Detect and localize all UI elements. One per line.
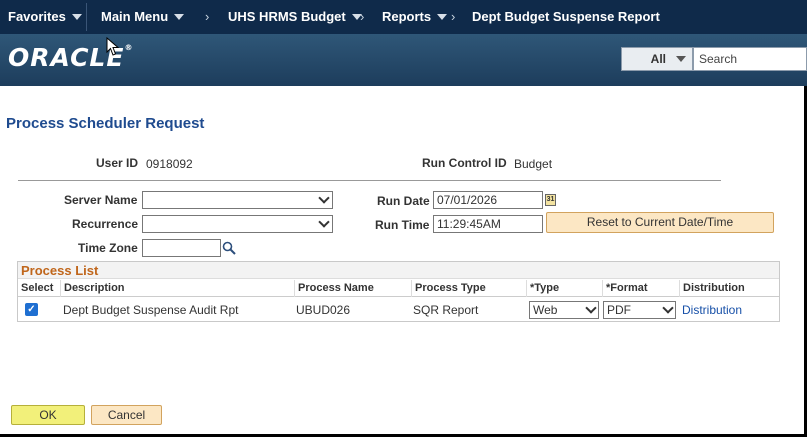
cancel-button[interactable]: Cancel (91, 405, 162, 425)
main-menu-label: Main Menu (101, 9, 169, 24)
mouse-cursor-icon (106, 37, 120, 56)
main-content: Process Scheduler Request User ID 091809… (0, 86, 804, 434)
user-id-label: User ID (96, 156, 139, 170)
server-name-select[interactable] (142, 191, 333, 209)
process-list-title: Process List (21, 263, 99, 278)
breadcrumb-chevron-icon: › (451, 9, 456, 24)
favorites-caret-icon (71, 13, 82, 20)
top-nav-bar: Favorites Main Menu › UHS HRMS Budget › … (0, 0, 807, 34)
distribution-link[interactable]: Distribution (682, 303, 742, 317)
run-control-label: Run Control ID (422, 156, 507, 170)
page-title: Process Scheduler Request (6, 115, 205, 132)
run-time-input[interactable]: 11:29:45AM (433, 215, 543, 233)
breadcrumb-current-page: Dept Budget Suspense Report (472, 9, 660, 24)
column-header-distribution: Distribution (679, 280, 779, 297)
recurrence-label: Recurrence (72, 217, 139, 231)
type-select-value: Web (533, 303, 558, 317)
row-process-name: UBUD026 (296, 303, 351, 317)
run-date-input[interactable]: 07/01/2026 (433, 191, 543, 209)
run-date-label: Run Date (377, 194, 430, 208)
process-list-grid: Process List Select Description Process … (17, 261, 780, 322)
column-header-process-name: Process Name (294, 280, 411, 297)
search-input[interactable]: Search (693, 47, 807, 71)
main-menu-caret-icon (174, 13, 185, 20)
breadcrumb-caret-icon (437, 13, 448, 20)
favorites-menu[interactable]: Favorites (8, 9, 82, 24)
run-control-value: Budget (514, 157, 553, 171)
process-list-header: Process List (18, 262, 779, 279)
lookup-search-icon[interactable] (222, 241, 236, 255)
breadcrumb-label: UHS HRMS Budget (228, 9, 346, 24)
app-header: ORACLE® All Search (0, 34, 807, 86)
breadcrumb-uhs-hrms-budget[interactable]: UHS HRMS Budget (228, 9, 362, 24)
chevron-down-icon (662, 302, 674, 314)
calendar-icon[interactable]: 31 (545, 194, 556, 206)
main-menu[interactable]: Main Menu (101, 9, 185, 24)
column-header-type: *Type (526, 280, 602, 297)
column-header-process-type: Process Type (411, 280, 526, 297)
select-checkbox[interactable]: ✓ (25, 303, 38, 316)
run-time-label: Run Time (375, 218, 430, 232)
breadcrumb-label: Reports (382, 9, 432, 24)
chevron-down-icon (318, 192, 330, 204)
recurrence-select[interactable] (142, 215, 333, 233)
column-header-format: *Format (602, 280, 679, 297)
column-header-select: Select (21, 282, 54, 294)
nav-divider (86, 3, 87, 31)
time-zone-input[interactable] (142, 239, 221, 257)
server-name-label: Server Name (64, 193, 138, 207)
ok-button[interactable]: OK (11, 405, 85, 425)
search-scope-caret-icon (676, 56, 686, 62)
favorites-label: Favorites (8, 9, 66, 24)
format-select-value: PDF (607, 303, 631, 317)
search-scope-select[interactable]: All (621, 47, 693, 71)
row-description: Dept Budget Suspense Audit Rpt (63, 303, 239, 317)
breadcrumb-label: Dept Budget Suspense Report (472, 9, 660, 24)
section-divider (18, 180, 721, 181)
breadcrumb-chevron-icon: › (205, 9, 210, 24)
grid-column-headers: Select Description Process Name Process … (18, 280, 779, 297)
table-row: ✓ Dept Budget Suspense Audit Rpt UBUD026… (18, 298, 779, 322)
row-process-type: SQR Report (413, 303, 479, 317)
search-placeholder: Search (699, 52, 738, 66)
user-id-value: 0918092 (146, 157, 193, 171)
breadcrumb-chevron-icon: › (360, 9, 365, 24)
column-header-description: Description (60, 280, 294, 297)
search-scope-label: All (650, 52, 666, 66)
chevron-down-icon (585, 302, 597, 314)
reset-date-time-button[interactable]: Reset to Current Date/Time (546, 212, 774, 233)
type-select[interactable]: Web (529, 301, 599, 319)
breadcrumb-reports[interactable]: Reports (382, 9, 448, 24)
format-select[interactable]: PDF (603, 301, 676, 319)
chevron-down-icon (318, 216, 330, 228)
time-zone-label: Time Zone (78, 241, 138, 255)
